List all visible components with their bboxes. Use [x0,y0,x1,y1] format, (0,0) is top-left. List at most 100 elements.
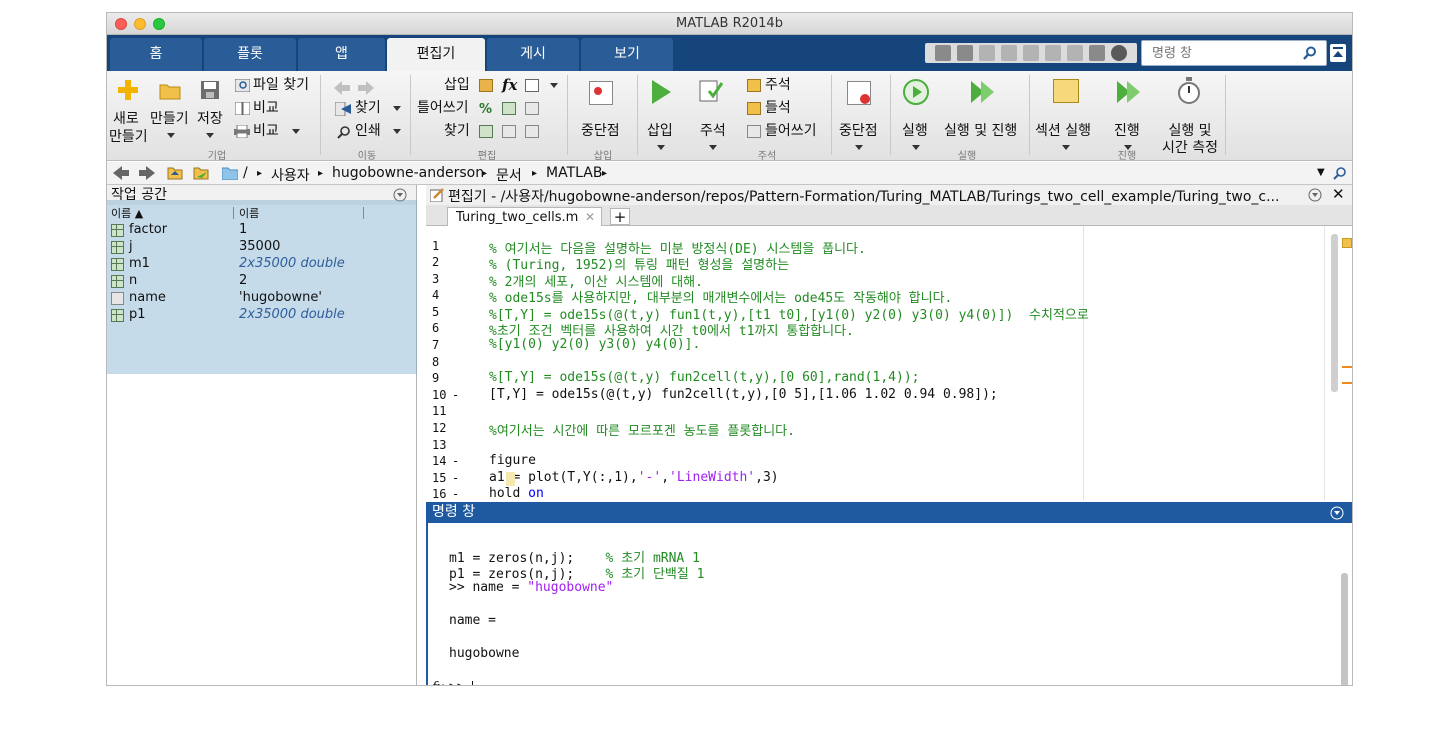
save-button[interactable]: 저장 [197,111,223,128]
search-box[interactable] [1141,40,1327,66]
run-time-button-label-2[interactable]: 시간 측정 [1157,140,1223,157]
analyzer-marker[interactable] [1342,366,1352,368]
search-input[interactable] [1142,41,1292,65]
run-time-button[interactable]: 실행 및 [1157,123,1223,140]
chevron-down-icon[interactable] [912,145,920,150]
chevron-down-icon[interactable] [657,145,665,150]
paste-icon[interactable] [1023,45,1039,61]
find-files-button[interactable]: 파일 찾기 [253,77,309,94]
tab-editor[interactable]: 편집기 [387,38,485,71]
run-icon[interactable] [903,79,929,105]
breakpoints-button[interactable]: 중단점 [581,123,620,140]
fx-icon[interactable]: fx [432,680,444,685]
new-icon[interactable] [117,79,139,101]
switch-windows-icon[interactable] [1089,45,1105,61]
run-advance-button[interactable]: 실행 및 진행 [944,123,1017,140]
comment-run-button[interactable]: 주석 [700,123,726,140]
cut-icon[interactable] [979,45,995,61]
path-documents[interactable]: 문서 [496,165,522,185]
fx-icon[interactable]: fx [502,76,517,94]
workspace-var-row[interactable]: n 2 [107,273,416,290]
tab-view[interactable]: 보기 [581,38,673,71]
close-icon[interactable]: ✕ [1332,185,1345,203]
workspace-var-row[interactable]: p1 2x35000 double [107,307,416,324]
chevron-down-icon[interactable] [855,145,863,150]
path-matlab[interactable]: MATLAB [546,165,602,181]
analyzer-marker[interactable] [1342,382,1352,384]
run-section-button[interactable]: 섹션 실행 [1035,123,1091,140]
help-icon[interactable] [1111,45,1127,61]
insert-section-icon[interactable] [479,79,493,92]
undo-icon[interactable] [1045,45,1061,61]
tab-publish[interactable]: 게시 [487,38,579,71]
goto-line-icon[interactable] [525,125,539,138]
panel-actions-icon[interactable] [1330,506,1344,520]
goto-button[interactable]: 찾기 [355,100,381,117]
search-folder-icon[interactable] [1333,166,1347,180]
search-icon[interactable] [1302,45,1318,61]
print-icon[interactable] [935,45,951,61]
indent-block-button[interactable]: 들어쓰기 [765,123,817,140]
chevron-down-icon[interactable] [1062,145,1070,150]
file-tab[interactable]: Turing_two_cells.m ✕ [447,207,602,227]
run-advance-icon[interactable] [969,79,997,105]
chevron-down-icon[interactable] [709,145,717,150]
chevron-down-icon[interactable] [292,129,300,134]
bookmark-icon[interactable] [502,125,516,138]
tab-plots[interactable]: 플롯 [204,38,296,71]
column-header-name[interactable]: 이름 ▲ [111,205,143,221]
chevron-down-icon[interactable] [393,129,401,134]
insert-template-icon[interactable] [525,79,539,92]
column-header-value[interactable]: 이름 [239,205,259,221]
find-replace-button[interactable]: 찾기 [444,123,470,140]
browse-folder-icon[interactable] [193,165,209,180]
chevron-down-icon[interactable] [167,133,175,138]
editor-scrollbar-track[interactable] [1324,226,1352,500]
command-window[interactable]: m1 = zeros(n,j); % 초기 mRNA 1 p1 = zeros(… [426,523,1352,685]
path-users[interactable]: 사용자 [271,165,310,185]
panel-actions-icon[interactable] [1308,188,1322,202]
up-folder-icon[interactable] [167,165,183,180]
insert-run-button[interactable]: 삽입 [647,123,673,140]
chevron-down-icon[interactable] [393,106,401,111]
collapse-toolstrip-button[interactable] [1330,44,1346,62]
workspace-var-row[interactable]: name 'hugobowne' [107,290,416,307]
breakpoints-icon[interactable] [847,81,871,105]
compare-button[interactable]: 비교 [253,100,279,117]
run-button[interactable]: 실행 [902,123,928,140]
breakpoints-button-2[interactable]: 중단점 [839,123,878,140]
chevron-down-icon[interactable] [550,83,558,88]
run-section-icon[interactable] [1053,79,1079,103]
stopwatch-icon[interactable] [1177,77,1201,105]
find-button[interactable]: 인쇄 [355,123,381,140]
save-icon[interactable] [200,80,220,100]
find-icon[interactable] [479,125,493,138]
print-button[interactable]: 비교 [253,123,279,140]
comment-button[interactable]: 주석 [765,77,791,94]
command-scrollbar-thumb[interactable] [1341,573,1348,685]
new-button[interactable]: 새로 [113,111,139,128]
advance-icon[interactable] [1115,79,1143,105]
redo-icon[interactable] [1067,45,1083,61]
save-icon[interactable] [957,45,973,61]
indent-button[interactable]: 틀어쓰기 [417,100,469,117]
workspace-var-row[interactable]: m1 2x35000 double [107,256,416,273]
back-icon[interactable] [113,166,129,180]
path-user[interactable]: hugobowne-anderson [332,165,484,181]
advance-button[interactable]: 진행 [1114,123,1140,140]
smart-indent-icon[interactable] [525,102,539,115]
close-tab-icon[interactable]: ✕ [585,208,595,227]
chevron-down-icon[interactable] [206,133,214,138]
back-forward-icon[interactable] [334,81,374,95]
workspace-var-row[interactable]: j 35000 [107,239,416,256]
new-button-label-2[interactable]: 만들기 [109,129,148,146]
comment-icon[interactable] [699,79,723,103]
path-root[interactable]: / [243,165,248,181]
editor-scrollbar-thumb[interactable] [1331,234,1338,392]
tab-home[interactable]: 홈 [110,38,202,71]
uncomment-button[interactable]: 들석 [765,100,791,117]
analyzer-status-icon[interactable] [1342,238,1352,248]
comment-percent-icon[interactable]: % [479,102,492,117]
run-insert-icon[interactable] [650,79,672,105]
copy-icon[interactable] [1001,45,1017,61]
